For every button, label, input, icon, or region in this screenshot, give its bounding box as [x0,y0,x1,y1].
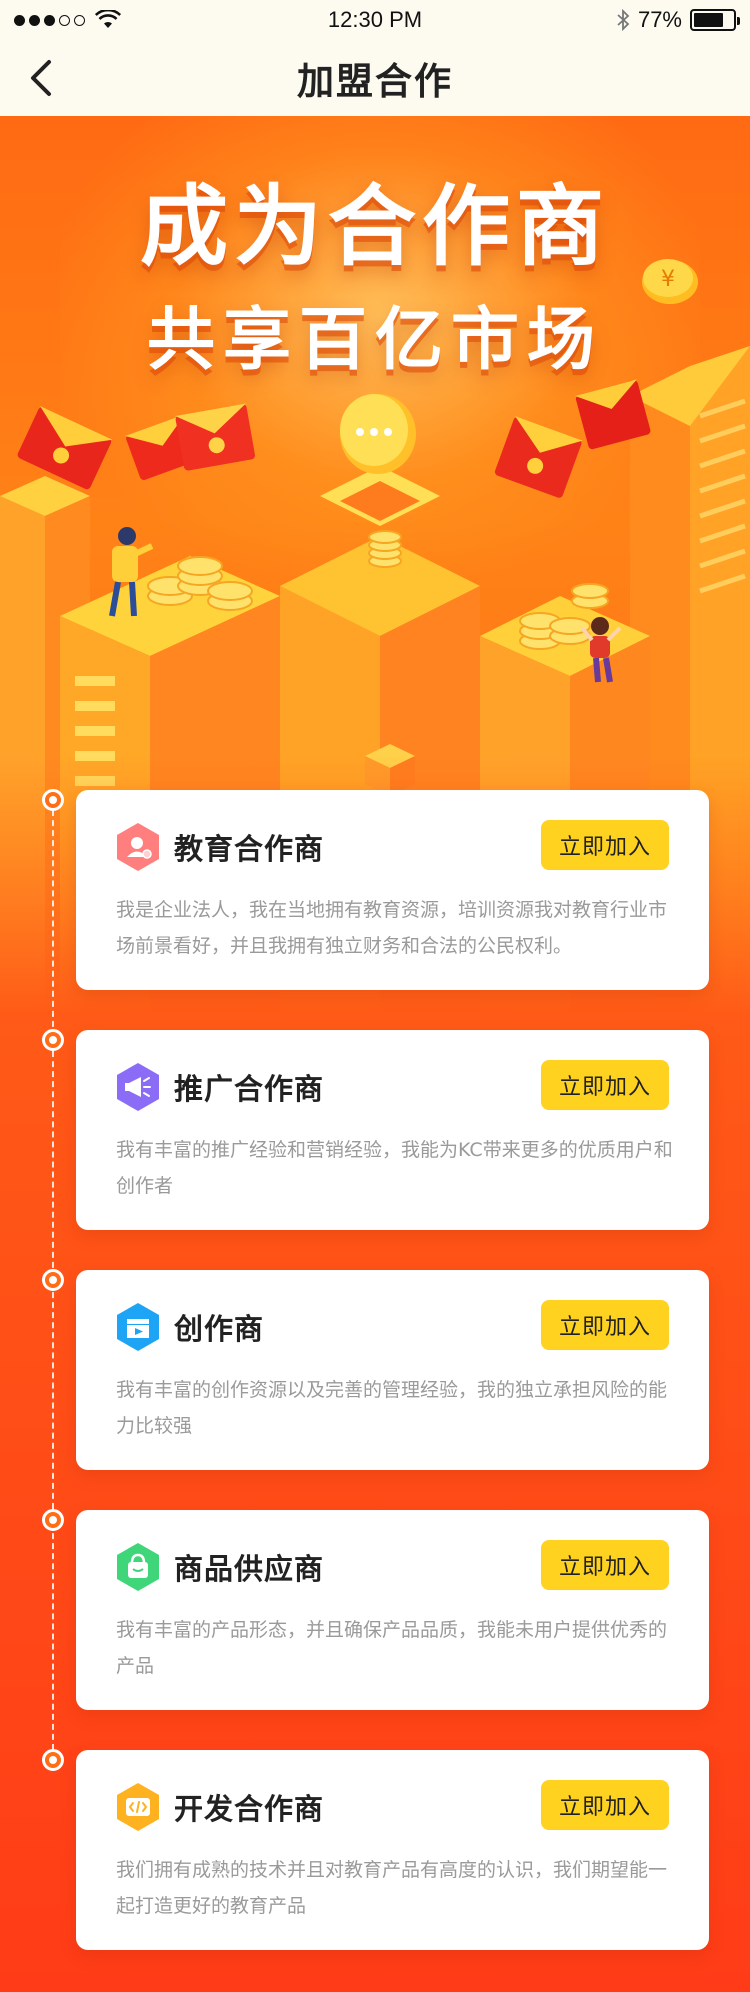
card-description: 我有丰富的推广经验和营销经验，我能为KC带来更多的优质用户和创作者 [116,1139,673,1197]
card-description: 我是企业法人，我在当地拥有教育资源，培训资源我对教育行业市场前景看好，并且我拥有… [116,899,668,957]
join-button-supplier[interactable]: 立即加入 [541,1540,669,1590]
status-left [14,10,121,30]
status-right: 77% [616,7,740,33]
card-title: 推广合作商 [174,1072,325,1106]
timeline-dot [42,789,64,811]
timeline-dot [42,1029,64,1051]
timeline-dot [42,1749,64,1771]
card-title: 商品供应商 [174,1552,325,1586]
red-envelope-icons [17,379,651,498]
wifi-icon [95,10,121,28]
join-button-education[interactable]: 立即加入 [541,820,669,870]
card-description: 我有丰富的创作资源以及完善的管理经验，我的独立承担风险的能力比较强 [116,1379,668,1437]
join-button-creator[interactable]: 立即加入 [541,1300,669,1350]
partner-card-education: 教育合作商 立即加入 我是企业法人，我在当地拥有教育资源，培训资源我对教育行业市… [76,790,709,990]
video-clapper-icon [117,1303,159,1351]
chevron-left-icon [31,60,51,96]
battery-percent: 77% [637,7,682,32]
card-title: 创作商 [174,1312,265,1346]
back-button[interactable] [18,54,66,102]
partner-card-supplier: 商品供应商 立即加入 我有丰富的产品形态，并且确保产品品质，我能未用户提供优秀的… [76,1510,709,1710]
join-button-promotion[interactable]: 立即加入 [541,1060,669,1110]
card-description: 我有丰富的产品形态，并且确保产品品质，我能未用户提供优秀的产品 [116,1619,668,1677]
chat-bubble-icon [340,394,416,474]
timeline-dot [42,1509,64,1531]
timeline-dot [42,1269,64,1291]
signal-dots-icon [14,14,85,26]
join-button-developer[interactable]: 立即加入 [541,1780,669,1830]
hero-title: 成为合作商 [139,175,610,278]
partner-card-promotion: 推广合作商 立即加入 我有丰富的推广经验和营销经验，我能为KC带来更多的优质用户… [76,1030,709,1230]
status-time: 12:30 PM [327,7,423,32]
card-title: 开发合作商 [174,1792,325,1826]
battery-icon [690,9,740,31]
shopping-bag-icon [117,1543,159,1591]
status-bar: 12:30 PM 77% [0,0,750,40]
page-title: 加盟合作 [297,60,453,103]
card-title: 教育合作商 [174,832,325,866]
hero-subtitle: 共享百亿市场 [146,301,603,380]
user-badge-icon [117,823,159,871]
battery-level [694,13,724,27]
card-description: 我们拥有成熟的技术并且对教育产品有高度的认识，我们期望能一起打造更好的教育产品 [116,1859,668,1917]
code-icon [117,1783,159,1831]
nav-bar: 加盟合作 [0,40,750,116]
bluetooth-icon [617,9,630,31]
partner-card-developer: 开发合作商 立即加入 我们拥有成熟的技术并且对教育产品有高度的认识，我们期望能一… [76,1750,709,1950]
partner-card-creator: 创作商 立即加入 我有丰富的创作资源以及完善的管理经验，我的独立承担风险的能力比… [76,1270,709,1470]
megaphone-icon [117,1063,159,1111]
